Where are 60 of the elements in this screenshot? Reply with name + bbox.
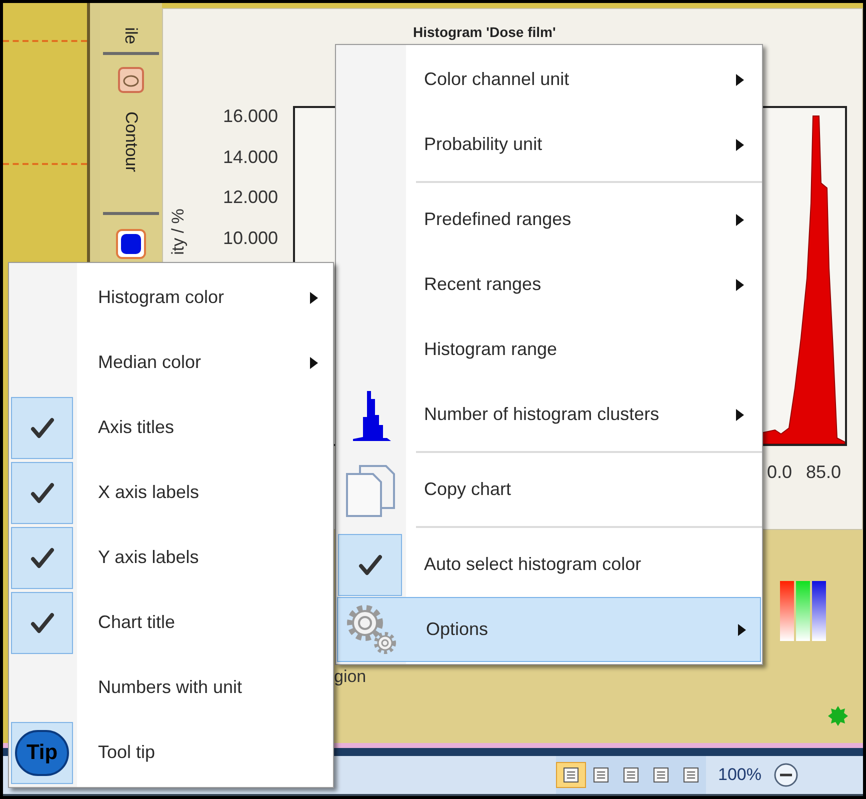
menu-item[interactable]: Axis titles <box>9 395 333 460</box>
checkbox[interactable] <box>11 592 73 654</box>
menu-item[interactable]: Probability unit <box>336 112 762 177</box>
axis-title: ity / % <box>167 208 188 255</box>
page-icon <box>592 766 610 784</box>
checkbox[interactable] <box>11 526 73 588</box>
menu-item[interactable]: Options <box>337 597 761 662</box>
menu-item[interactable]: Recent ranges <box>336 252 762 317</box>
checkmark-icon <box>30 416 54 438</box>
status-light-icon <box>827 705 849 727</box>
submenu-arrow-icon <box>310 292 318 304</box>
axis-label: 12.000 <box>222 186 278 209</box>
menu-item[interactable]: Auto select histogram color <box>336 532 762 597</box>
menu-item[interactable]: Histogram range <box>336 317 762 382</box>
menu-item[interactable]: Number of histogram clusters <box>336 382 762 447</box>
checkbox[interactable] <box>11 462 73 524</box>
zoom-level: 100% <box>718 764 762 786</box>
checkbox[interactable] <box>11 396 73 458</box>
menu-item[interactable]: Histogram color <box>9 265 333 330</box>
submenu-arrow-icon <box>736 74 744 86</box>
contour-icon <box>118 67 144 93</box>
submenu-arrow-icon <box>736 214 744 226</box>
menu-item[interactable]: Y axis labels <box>9 525 333 590</box>
submenu-arrow-icon <box>738 624 746 636</box>
color-swatch-icon[interactable] <box>116 229 146 259</box>
checkbox[interactable]: Tip <box>11 722 73 784</box>
menu-item[interactable]: Chart title <box>9 590 333 655</box>
side-tab[interactable]: Contour <box>103 55 159 215</box>
checkbox[interactable] <box>338 534 402 596</box>
speech-bubble-icon: Tip <box>15 730 69 776</box>
color-channels-icon[interactable] <box>779 580 827 642</box>
axis-label: 10.000 <box>222 226 278 250</box>
menu-item[interactable]: X axis labels <box>9 460 333 525</box>
submenu-arrow-icon <box>736 408 744 420</box>
submenu-arrow-icon <box>736 278 744 290</box>
axis-label: 0.0 <box>767 461 792 484</box>
chart-title: Histogram 'Dose film' <box>413 23 556 41</box>
page-icon <box>682 766 700 784</box>
axis-label: 16.000 <box>222 105 278 128</box>
submenu-arrow-icon <box>736 138 744 150</box>
view-button[interactable] <box>556 762 586 788</box>
panel-text: gion <box>334 666 366 688</box>
menu-item[interactable]: Color channel unit <box>336 47 762 112</box>
checkmark-icon <box>358 554 382 576</box>
menu-item[interactable]: Tip Tool tip <box>9 720 333 785</box>
side-tab[interactable]: ile <box>103 3 159 55</box>
checkmark-icon <box>30 546 54 568</box>
menu-item[interactable]: Predefined ranges <box>336 187 762 252</box>
menu-item[interactable]: Copy chart <box>336 457 762 522</box>
checkmark-icon <box>30 612 54 634</box>
page-icon <box>562 766 580 784</box>
checkmark-icon <box>30 482 54 504</box>
zoom-out-button[interactable] <box>773 762 800 788</box>
menu-item[interactable]: Numbers with unit <box>9 655 333 720</box>
axis-label: 14.000 <box>222 146 278 168</box>
page-icon <box>652 766 670 784</box>
menu-item[interactable]: Median color <box>9 330 333 395</box>
submenu-arrow-icon <box>310 356 318 368</box>
page-icon <box>622 766 640 784</box>
axis-label: 85.0 <box>806 461 842 484</box>
